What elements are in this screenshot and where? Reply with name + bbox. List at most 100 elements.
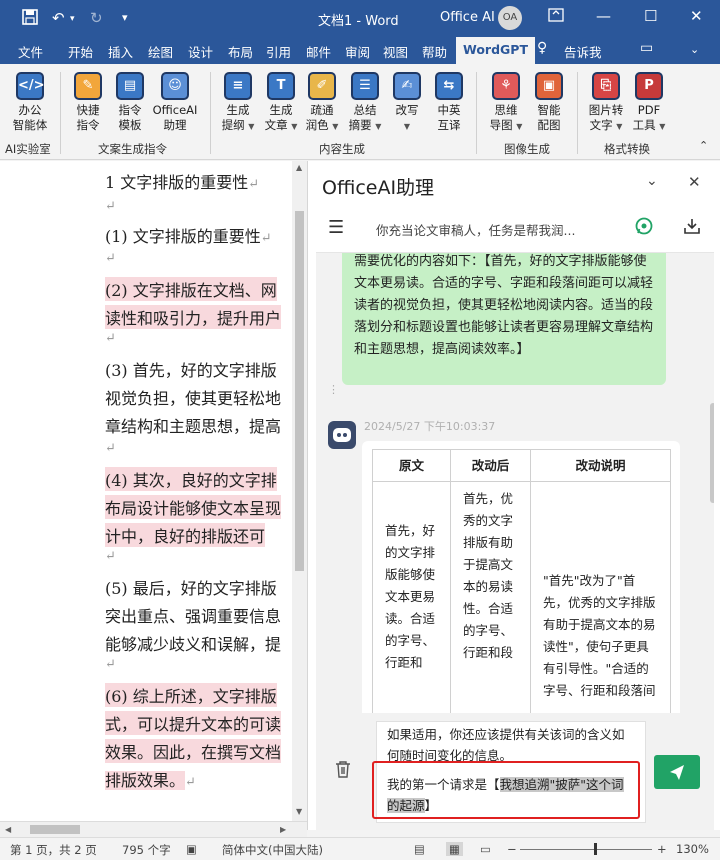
tab-wordgpt[interactable]: WordGPT: [456, 37, 535, 64]
ribbon-separator: [60, 72, 61, 154]
document-line-highlighted: (4) 其次，良好的文字排: [105, 467, 277, 491]
ribbon-more-icon[interactable]: ⌄: [690, 43, 699, 56]
image-icon: ▣: [535, 72, 563, 100]
ribbon-display-icon[interactable]: [548, 7, 564, 27]
scroll-down-icon[interactable]: ▼: [296, 807, 302, 816]
page-count[interactable]: 第 1 页，共 2 页: [10, 842, 97, 858]
trash-icon[interactable]: [334, 759, 352, 782]
officeai-assistant-pane: OfficeAI助理 ⌄ ✕ ☰ 你充当论文审稿人，任务是帮我润... 需要优化…: [307, 161, 720, 830]
minimize-button[interactable]: —: [596, 7, 611, 25]
translate-button[interactable]: ⇆ 中英 互译: [426, 72, 472, 133]
scroll-left-icon[interactable]: ◀: [5, 825, 11, 834]
assistant-toolbar: ☰ 你充当论文审稿人，任务是帮我润...: [316, 203, 714, 253]
chevron-down-icon: ▼: [659, 122, 666, 131]
paragraph-mark: ↵: [105, 441, 116, 456]
tab-references[interactable]: 引用: [266, 42, 291, 61]
assistant-icon: ☺: [161, 72, 189, 100]
zoom-slider[interactable]: [520, 849, 652, 850]
ribbon-separator: [476, 72, 477, 154]
table-cell: 首先，优秀的文字排版有助于提高文本的易读性。合适的字号、行距和段: [450, 481, 531, 713]
document-line-highlighted: 读性和吸引力，提升用户: [105, 305, 282, 329]
group-label-ai-lab: AI实验室: [5, 142, 51, 156]
tab-design[interactable]: 设计: [188, 42, 213, 61]
lightbulb-icon[interactable]: ♀: [537, 40, 547, 56]
tab-help[interactable]: 帮助: [422, 42, 447, 61]
scroll-up-icon[interactable]: ▲: [296, 163, 302, 172]
account-name[interactable]: Office AI: [440, 10, 495, 25]
web-layout-icon[interactable]: ▭: [480, 842, 491, 856]
user-message-bubble: 需要优化的内容如下：【首先，好的文字排版能够使文本更易读。合适的字号、字距和段落…: [342, 253, 666, 385]
template-icon: ▤: [116, 72, 144, 100]
chevron-down-icon: ▼: [332, 122, 339, 131]
outline-icon: ≡: [224, 72, 252, 100]
word-count[interactable]: 795 个字: [122, 842, 171, 858]
zoom-level[interactable]: 130%: [676, 842, 709, 856]
tab-draw[interactable]: 绘图: [148, 42, 173, 61]
paragraph-mark: ↵: [105, 549, 116, 564]
whatsapp-icon[interactable]: [634, 216, 654, 239]
read-mode-icon[interactable]: ▤: [414, 842, 425, 856]
document-line: 章结构和主题思想，提高: [105, 417, 282, 436]
tab-file[interactable]: 文件: [18, 42, 43, 61]
tab-view[interactable]: 视图: [383, 42, 408, 61]
generate-article-button[interactable]: T 生成 文章 ▼: [258, 72, 304, 134]
document-line-highlighted: 布局设计能够使文本呈现: [105, 495, 282, 519]
save-icon[interactable]: [22, 9, 38, 29]
close-button[interactable]: ✕: [690, 7, 703, 25]
document-page[interactable]: 1 文字排版的重要性↵ ↵ (1) 文字排版的重要性↵ ↵ (2) 文字排版在文…: [0, 161, 292, 821]
collapse-ribbon-icon[interactable]: ⌃: [699, 139, 708, 152]
language[interactable]: 简体中文(中国大陆): [222, 842, 323, 858]
close-icon[interactable]: ✕: [688, 173, 701, 191]
zoom-slider-thumb[interactable]: [594, 843, 597, 855]
tab-mailings[interactable]: 邮件: [306, 42, 331, 61]
polish-button[interactable]: ✐ 疏通 润色 ▼: [299, 72, 345, 134]
prompt-preview[interactable]: 你充当论文审稿人，任务是帮我润...: [376, 220, 575, 239]
avatar[interactable]: OA: [498, 6, 522, 30]
tell-me-search[interactable]: 告诉我: [564, 42, 602, 61]
chevron-down-icon[interactable]: ⌄: [646, 173, 658, 189]
tab-review[interactable]: 审阅: [345, 42, 370, 61]
agent-button[interactable]: </> 办公 智能体: [7, 72, 53, 133]
pdf-tools-button[interactable]: P PDF 工具 ▼: [626, 72, 672, 134]
tab-insert[interactable]: 插入: [108, 42, 133, 61]
tab-layout[interactable]: 布局: [228, 42, 253, 61]
mindmap-button[interactable]: ⚘ 思维 导图 ▼: [483, 72, 529, 134]
proofing-icon[interactable]: ▣: [186, 842, 197, 856]
quick-command-button[interactable]: ✎ 快捷 指令: [65, 72, 111, 133]
more-options-icon[interactable]: ⋮: [328, 383, 339, 396]
print-layout-icon[interactable]: ▦: [446, 842, 463, 856]
image-to-text-button[interactable]: ⎘ 图片转 文字 ▼: [583, 72, 629, 134]
menu-icon[interactable]: ☰: [328, 217, 344, 238]
download-icon[interactable]: [682, 216, 702, 239]
document-horizontal-scrollbar[interactable]: ◀ ▶: [0, 821, 307, 837]
smart-image-button[interactable]: ▣ 智能 配图: [526, 72, 572, 133]
template-button[interactable]: ▤ 指令 模板: [107, 72, 153, 133]
summary-button[interactable]: ☰ 总结 摘要 ▼: [342, 72, 388, 134]
scroll-right-icon[interactable]: ▶: [280, 825, 286, 834]
rewrite-button[interactable]: ✍ 改写 ▼: [384, 72, 430, 134]
officeai-assistant-button[interactable]: ☺ OfficeAI 助理: [152, 72, 198, 133]
zoom-in-icon[interactable]: +: [657, 842, 667, 856]
send-button[interactable]: [654, 755, 700, 789]
paragraph-mark: ↵: [105, 199, 116, 214]
tab-home[interactable]: 开始: [68, 42, 93, 61]
table-cell: "首先"改为了"首先，优秀的文字排版有助于提高文本的易读性"，使句子更具有引导性…: [530, 481, 671, 713]
customize-quick-access-icon[interactable]: ▾: [122, 11, 128, 24]
document-line-highlighted: (6) 综上所述，文字排版: [105, 683, 277, 707]
undo-dropdown-icon[interactable]: ▾: [70, 14, 75, 24]
maximize-button[interactable]: ☐: [644, 7, 657, 25]
redo-icon[interactable]: ↻: [90, 9, 103, 27]
ribbon-separator: [577, 72, 578, 154]
table-header: 改动后: [450, 449, 531, 482]
rewrite-icon: ✍: [393, 72, 421, 100]
scroll-thumb[interactable]: [30, 825, 80, 834]
zoom-out-icon[interactable]: −: [507, 842, 517, 856]
chat-area[interactable]: 需要优化的内容如下：【首先，好的文字排版能够使文本更易读。合适的字号、字距和段落…: [316, 253, 714, 713]
comments-icon[interactable]: ▭: [640, 40, 653, 56]
generate-outline-button[interactable]: ≡ 生成 提纲 ▼: [215, 72, 261, 134]
undo-icon[interactable]: ↶: [52, 9, 65, 27]
document-title: 文档1 - Word: [318, 14, 399, 29]
chat-scrollbar[interactable]: [710, 403, 714, 503]
scroll-thumb[interactable]: [295, 211, 304, 571]
document-vertical-scrollbar[interactable]: ▲ ▼: [292, 161, 307, 821]
